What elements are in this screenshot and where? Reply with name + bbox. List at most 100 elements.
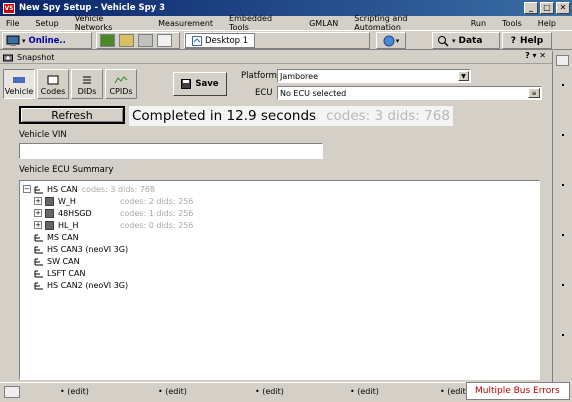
ecu-field[interactable]: No ECU selected ≡ [277,86,542,100]
right-dock-gutter [552,51,572,382]
desktop-icon [192,35,202,46]
desktop-tab-label: Desktop 1 [205,35,249,46]
menu-tools[interactable]: Tools [502,19,522,28]
edit-link[interactable]: (edit) [262,387,284,396]
gutter-marker [562,234,564,236]
tree-label: W_H [58,196,76,206]
tree-node-hs-can[interactable]: − HS CAN codes: 3 dids: 768 [23,183,155,195]
tree-node-network[interactable]: LSFT CAN [34,267,85,279]
menu-measurement[interactable]: Measurement [158,19,213,28]
tree-label: HL_H [58,220,79,230]
platform-select[interactable]: Jamboree ▼ [277,69,471,83]
panel-header: Snapshot ? ▾ ✕ [0,51,552,64]
tree-node-network[interactable]: HS CAN3 (neoVI 3G) [34,243,128,255]
ecu-summary-tree[interactable]: − HS CAN codes: 3 dids: 768 + W_H codes:… [19,180,540,380]
tab-dids[interactable]: DIDs [71,69,103,99]
ecu-label: ECU [255,88,273,98]
tab-cpids[interactable]: CPIDs [105,69,137,99]
network-icon [34,258,43,265]
help-icon: ? [510,35,517,46]
watch-slot[interactable]: • (edit) [255,387,284,396]
close-button[interactable]: ✕ [556,2,570,14]
network-icon [34,234,43,241]
scan-status: Completed in 12.9 seconds codes: 3 dids:… [129,106,453,126]
ecu-browse-icon[interactable]: ≡ [528,88,540,98]
camera-icon[interactable] [4,386,20,398]
save-button[interactable]: Save [173,72,227,96]
expand-icon[interactable]: + [34,221,42,229]
edit-link[interactable]: (edit) [357,387,379,396]
tree-meta: codes: 1 dids: 256 [120,208,194,218]
tree-node-network[interactable]: MS CAN [34,231,79,243]
status-text: Completed in 12.9 seconds [132,108,317,124]
go-online-icon[interactable] [100,34,115,47]
save-label: Save [195,79,219,89]
tree-meta: codes: 3 dids: 768 [81,184,156,194]
network-icon [34,270,43,277]
expand-icon[interactable]: + [34,209,42,217]
edit-link[interactable]: (edit) [67,387,89,396]
ecu-icon [45,196,54,206]
browser-group[interactable]: ▾ [376,32,406,49]
tab-vehicle[interactable]: Vehicle [3,69,35,99]
menu-bar: File Setup Vehicle Networks Measurement … [0,14,572,32]
bus-error-status[interactable]: Multiple Bus Errors [466,382,570,400]
tree-node-ecu[interactable]: + W_H codes: 2 dids: 256 [34,195,193,207]
chevron-down-icon[interactable]: ▼ [458,71,469,81]
layout-icon[interactable] [157,34,172,47]
ecu-icon [45,220,54,230]
gutter-marker [562,184,564,186]
tab-desktop-1[interactable]: Desktop 1 [185,33,256,48]
panel-title: Snapshot [17,52,55,62]
dock-camera-icon[interactable] [556,55,569,66]
tree-label: HS CAN2 (neoVI 3G) [47,280,129,290]
menu-run[interactable]: Run [471,19,486,28]
tab-dids-label: DIDs [77,87,97,96]
refresh-button[interactable]: Refresh [19,106,125,124]
watch-slot[interactable]: • (edit) [440,387,469,396]
menu-setup[interactable]: Setup [35,19,58,28]
status-summary: codes: 3 dids: 768 [326,108,450,124]
panel-controls[interactable]: ? ▾ ✕ [525,51,546,60]
maximize-button[interactable]: □ [540,2,554,14]
tree-node-network[interactable]: HS CAN2 (neoVI 3G) [34,279,128,291]
watch-slot[interactable]: • (edit) [350,387,379,396]
menu-file[interactable]: File [6,19,19,28]
main-toolbar: ▾ Online.. Desktop 1 ▾ ▾ Data ? Help [0,30,572,50]
help-label: Help [520,35,544,46]
tab-vehicle-label: Vehicle [4,87,34,96]
platform-label: Platform [241,71,277,81]
tree-node-ecu[interactable]: + HL_H codes: 0 dids: 256 [34,219,193,231]
platform-value: Jamboree [280,71,318,81]
minimize-button[interactable]: _ [524,2,538,14]
camera-icon [3,54,13,61]
collapse-icon[interactable]: − [23,185,31,193]
help-group[interactable]: ? Help [502,32,552,49]
tab-codes[interactable]: Codes [37,69,69,99]
floppy-icon [181,79,192,89]
vin-label: Vehicle VIN [19,130,67,140]
gutter-marker [562,334,564,336]
data-group[interactable]: ▾ Data [432,32,500,49]
gutter-marker [562,134,564,136]
dropdown-arrow-icon[interactable]: ▾ [22,37,26,45]
dids-icon [83,76,91,84]
vehicle-icon [13,77,25,83]
tree-meta: codes: 0 dids: 256 [120,220,194,230]
data-label: Data [458,35,483,46]
network-icon [34,246,43,253]
online-group[interactable]: ▾ Online.. [2,32,92,49]
menu-gmlan[interactable]: GMLAN [309,19,338,28]
open-icon[interactable] [119,34,134,47]
edit-link[interactable]: (edit) [165,387,187,396]
watch-slot[interactable]: • (edit) [60,387,89,396]
tree-node-ecu[interactable]: + 48HSGD codes: 1 dids: 256 [34,207,193,219]
menu-help[interactable]: Help [538,19,556,28]
vin-input[interactable] [19,143,323,159]
online-status[interactable]: Online.. [29,36,66,46]
expand-icon[interactable]: + [34,197,42,205]
watch-slot[interactable]: • (edit) [158,387,187,396]
save-icon[interactable] [138,34,153,47]
network-icon [34,186,43,193]
tree-node-network[interactable]: SW CAN [34,255,80,267]
